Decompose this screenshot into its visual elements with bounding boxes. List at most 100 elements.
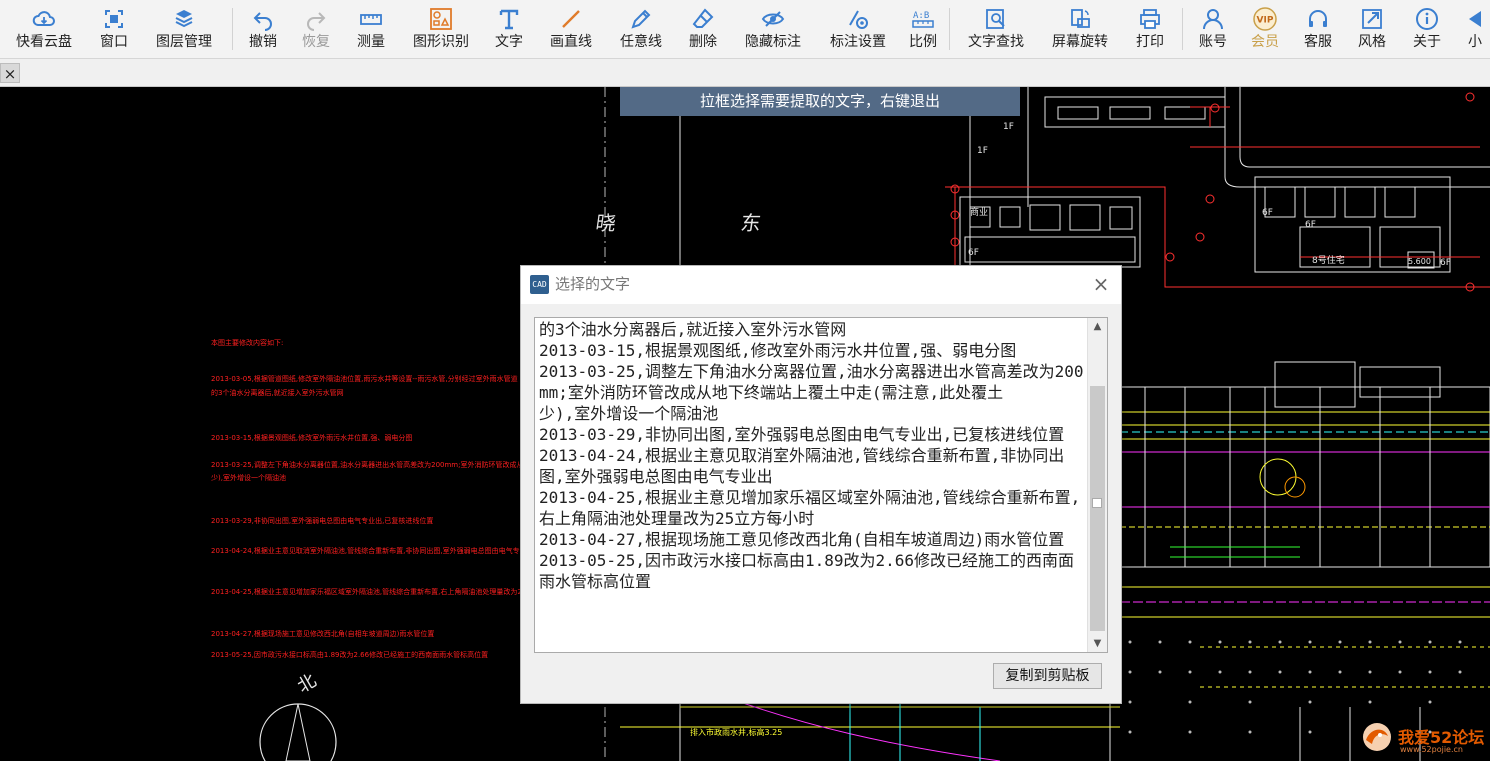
toolbar-label: 小 bbox=[1468, 34, 1482, 50]
compass-circle bbox=[259, 703, 337, 761]
toolbar-item-redo[interactable]: 恢复 bbox=[289, 0, 343, 58]
cad-label-floor: 6F bbox=[968, 248, 979, 258]
tab-bar: × bbox=[0, 59, 1490, 87]
toolbar-item-delete[interactable]: 删除 bbox=[675, 0, 731, 58]
selected-text-area[interactable]: 的3个油水分离器后,就近接入室外污水管网 2013-03-15,根据景观图纸,修… bbox=[534, 317, 1108, 653]
toolbar-label: 隐藏标注 bbox=[745, 34, 801, 50]
line-icon bbox=[559, 7, 583, 31]
toolbar-item-print[interactable]: 打印 bbox=[1122, 0, 1178, 58]
toolbar-item-minimize[interactable]: 小 bbox=[1455, 0, 1490, 58]
dialog-close-button[interactable]: × bbox=[1087, 270, 1115, 298]
pen-icon bbox=[629, 7, 653, 31]
cad-label-floor: 6F bbox=[1262, 208, 1273, 218]
svg-text:A:B: A:B bbox=[913, 11, 929, 21]
toolbar-label: 文字 bbox=[495, 34, 523, 50]
close-tab-button[interactable]: × bbox=[0, 63, 20, 83]
revision-note: 2013-04-27,根据现场施工意见修改西北角(自相车坡道周边)雨水管位置 bbox=[211, 629, 434, 638]
selected-text-dialog: CAD 选择的文字 × 的3个油水分离器后,就近接入室外污水管网 2013-03… bbox=[520, 265, 1122, 704]
cad-label-floor: 1F bbox=[1003, 122, 1014, 132]
toolbar-label: 窗口 bbox=[100, 34, 128, 50]
toolbar-label: 恢复 bbox=[302, 34, 330, 50]
app-logo-icon: CAD bbox=[530, 275, 549, 294]
layers-icon bbox=[172, 7, 196, 31]
forum-watermark: 我爱52论坛 www.52pojie.cn bbox=[1358, 716, 1488, 760]
toolbar-item-measure[interactable]: 测量 bbox=[343, 0, 399, 58]
toolbar-item-rotate-screen[interactable]: 屏幕旋转 bbox=[1038, 0, 1122, 58]
toolbar-item-annotation-settings[interactable]: 标注设置 bbox=[815, 0, 901, 58]
toolbar-label: 任意线 bbox=[620, 34, 662, 50]
dialog-title-bar[interactable]: CAD 选择的文字 × bbox=[521, 266, 1121, 304]
printer-icon bbox=[1138, 7, 1162, 31]
revision-note: 2013-03-29,非协同出图,室外强弱电总图由电气专业出,已复核进线位置 bbox=[211, 516, 433, 525]
revision-note: 2013-03-15,根据景观图纸,修改室外雨污水井位置,强、弱电分图 bbox=[211, 433, 412, 442]
dialog-title: 选择的文字 bbox=[555, 275, 631, 293]
toolbar-item-window[interactable]: 窗口 bbox=[88, 0, 140, 58]
toolbar-item-undo[interactable]: 撤销 bbox=[237, 0, 289, 58]
cad-label-street: 东 bbox=[739, 211, 762, 235]
toolbar-label: 图形识别 bbox=[413, 34, 469, 50]
toolbar-label: 文字查找 bbox=[968, 34, 1024, 50]
selection-hint-banner: 拉框选择需要提取的文字，右键退出 bbox=[620, 87, 1020, 116]
toolbar-label: 测量 bbox=[357, 34, 385, 50]
toolbar-separator bbox=[949, 8, 950, 50]
redo-icon bbox=[304, 7, 328, 31]
window-icon bbox=[102, 7, 126, 31]
scroll-down-arrow-icon[interactable]: ▼ bbox=[1088, 635, 1107, 652]
minimize-icon bbox=[1463, 7, 1487, 31]
revision-note: 2013-05-25,因市政污水接口标高由1.89改为2.66修改已经施工的西南… bbox=[211, 650, 488, 659]
toolbar-item-layers[interactable]: 图层管理 bbox=[140, 0, 228, 58]
toolbar-label: 关于 bbox=[1413, 34, 1441, 50]
info-icon bbox=[1415, 7, 1439, 31]
revision-note: 2013-03-05,根据管道图纸,修改室外隔油池位置,雨污水井等设置--雨污水… bbox=[211, 374, 518, 383]
revision-note: 的3个油水分离器后,就近接入室外污水管网 bbox=[211, 388, 344, 397]
scroll-up-arrow-icon[interactable]: ▲ bbox=[1088, 318, 1107, 335]
cloud-icon bbox=[32, 7, 56, 31]
cad-label-commercial: 商业 bbox=[970, 206, 988, 218]
shape-recognition-icon bbox=[429, 7, 453, 31]
rotate-screen-icon bbox=[1068, 7, 1092, 31]
text-scrollbar[interactable]: ▲ ▼ bbox=[1087, 318, 1107, 652]
user-icon bbox=[1201, 7, 1225, 31]
vip-badge-text: VIP bbox=[1257, 16, 1274, 26]
cad-label-north: 北 bbox=[294, 670, 320, 697]
toolbar-label: 账号 bbox=[1199, 34, 1227, 50]
toolbar-item-text-search[interactable]: 文字查找 bbox=[954, 0, 1038, 58]
watermark-url: www.52pojie.cn bbox=[1400, 745, 1463, 754]
toolbar-item-text[interactable]: 文字 bbox=[483, 0, 535, 58]
toolbar-item-account[interactable]: 账号 bbox=[1187, 0, 1239, 58]
toolbar-label: 比例 bbox=[909, 34, 937, 50]
undo-icon bbox=[251, 7, 275, 31]
compass-needle bbox=[285, 703, 311, 761]
text-icon bbox=[497, 7, 521, 31]
style-icon bbox=[1360, 7, 1384, 31]
toolbar-item-cloud[interactable]: 快看云盘 bbox=[0, 0, 88, 58]
toolbar-item-style[interactable]: 风格 bbox=[1345, 0, 1399, 58]
cad-label-floor: 1F bbox=[977, 146, 988, 156]
toolbar-label: 图层管理 bbox=[156, 34, 212, 50]
toolbar-item-support[interactable]: 客服 bbox=[1291, 0, 1345, 58]
toolbar-item-freehand[interactable]: 任意线 bbox=[607, 0, 675, 58]
toolbar-label: 风格 bbox=[1358, 34, 1386, 50]
toolbar-item-scale[interactable]: A:B 比例 bbox=[901, 0, 945, 58]
toolbar-label: 删除 bbox=[689, 34, 717, 50]
toolbar-label: 标注设置 bbox=[830, 34, 886, 50]
toolbar-item-about[interactable]: 关于 bbox=[1399, 0, 1455, 58]
toolbar-item-vip[interactable]: VIP 会员 bbox=[1239, 0, 1291, 58]
ruler-icon bbox=[359, 7, 383, 31]
toolbar-item-line[interactable]: 画直线 bbox=[535, 0, 607, 58]
toolbar-label: 撤销 bbox=[249, 34, 277, 50]
toolbar-item-hide-annotation[interactable]: 隐藏标注 bbox=[731, 0, 815, 58]
vip-icon: VIP bbox=[1253, 7, 1277, 31]
selected-text-content[interactable]: 的3个油水分离器后,就近接入室外污水管网 2013-03-15,根据景观图纸,修… bbox=[539, 319, 1085, 592]
toolbar-item-shape-recognition[interactable]: 图形识别 bbox=[399, 0, 483, 58]
revision-note: 少),室外增设一个隔油池 bbox=[211, 473, 286, 482]
cad-label-elevation: 5.600 bbox=[1408, 257, 1431, 266]
cad-label-building: 8号住宅 bbox=[1312, 254, 1345, 266]
toolbar-label: 打印 bbox=[1136, 34, 1164, 50]
scrollbar-thumb[interactable] bbox=[1090, 386, 1105, 631]
forum-logo-icon bbox=[1363, 723, 1391, 751]
revision-note: 2013-04-25,根据业主意见增加家乐福区域室外隔油池,管线综合重新布置,右… bbox=[211, 587, 561, 596]
copy-to-clipboard-button[interactable]: 复制到剪贴板 bbox=[993, 663, 1102, 689]
revision-note-heading: 本图主要修改内容如下: bbox=[211, 338, 283, 347]
scrollbar-marker bbox=[1092, 498, 1102, 508]
